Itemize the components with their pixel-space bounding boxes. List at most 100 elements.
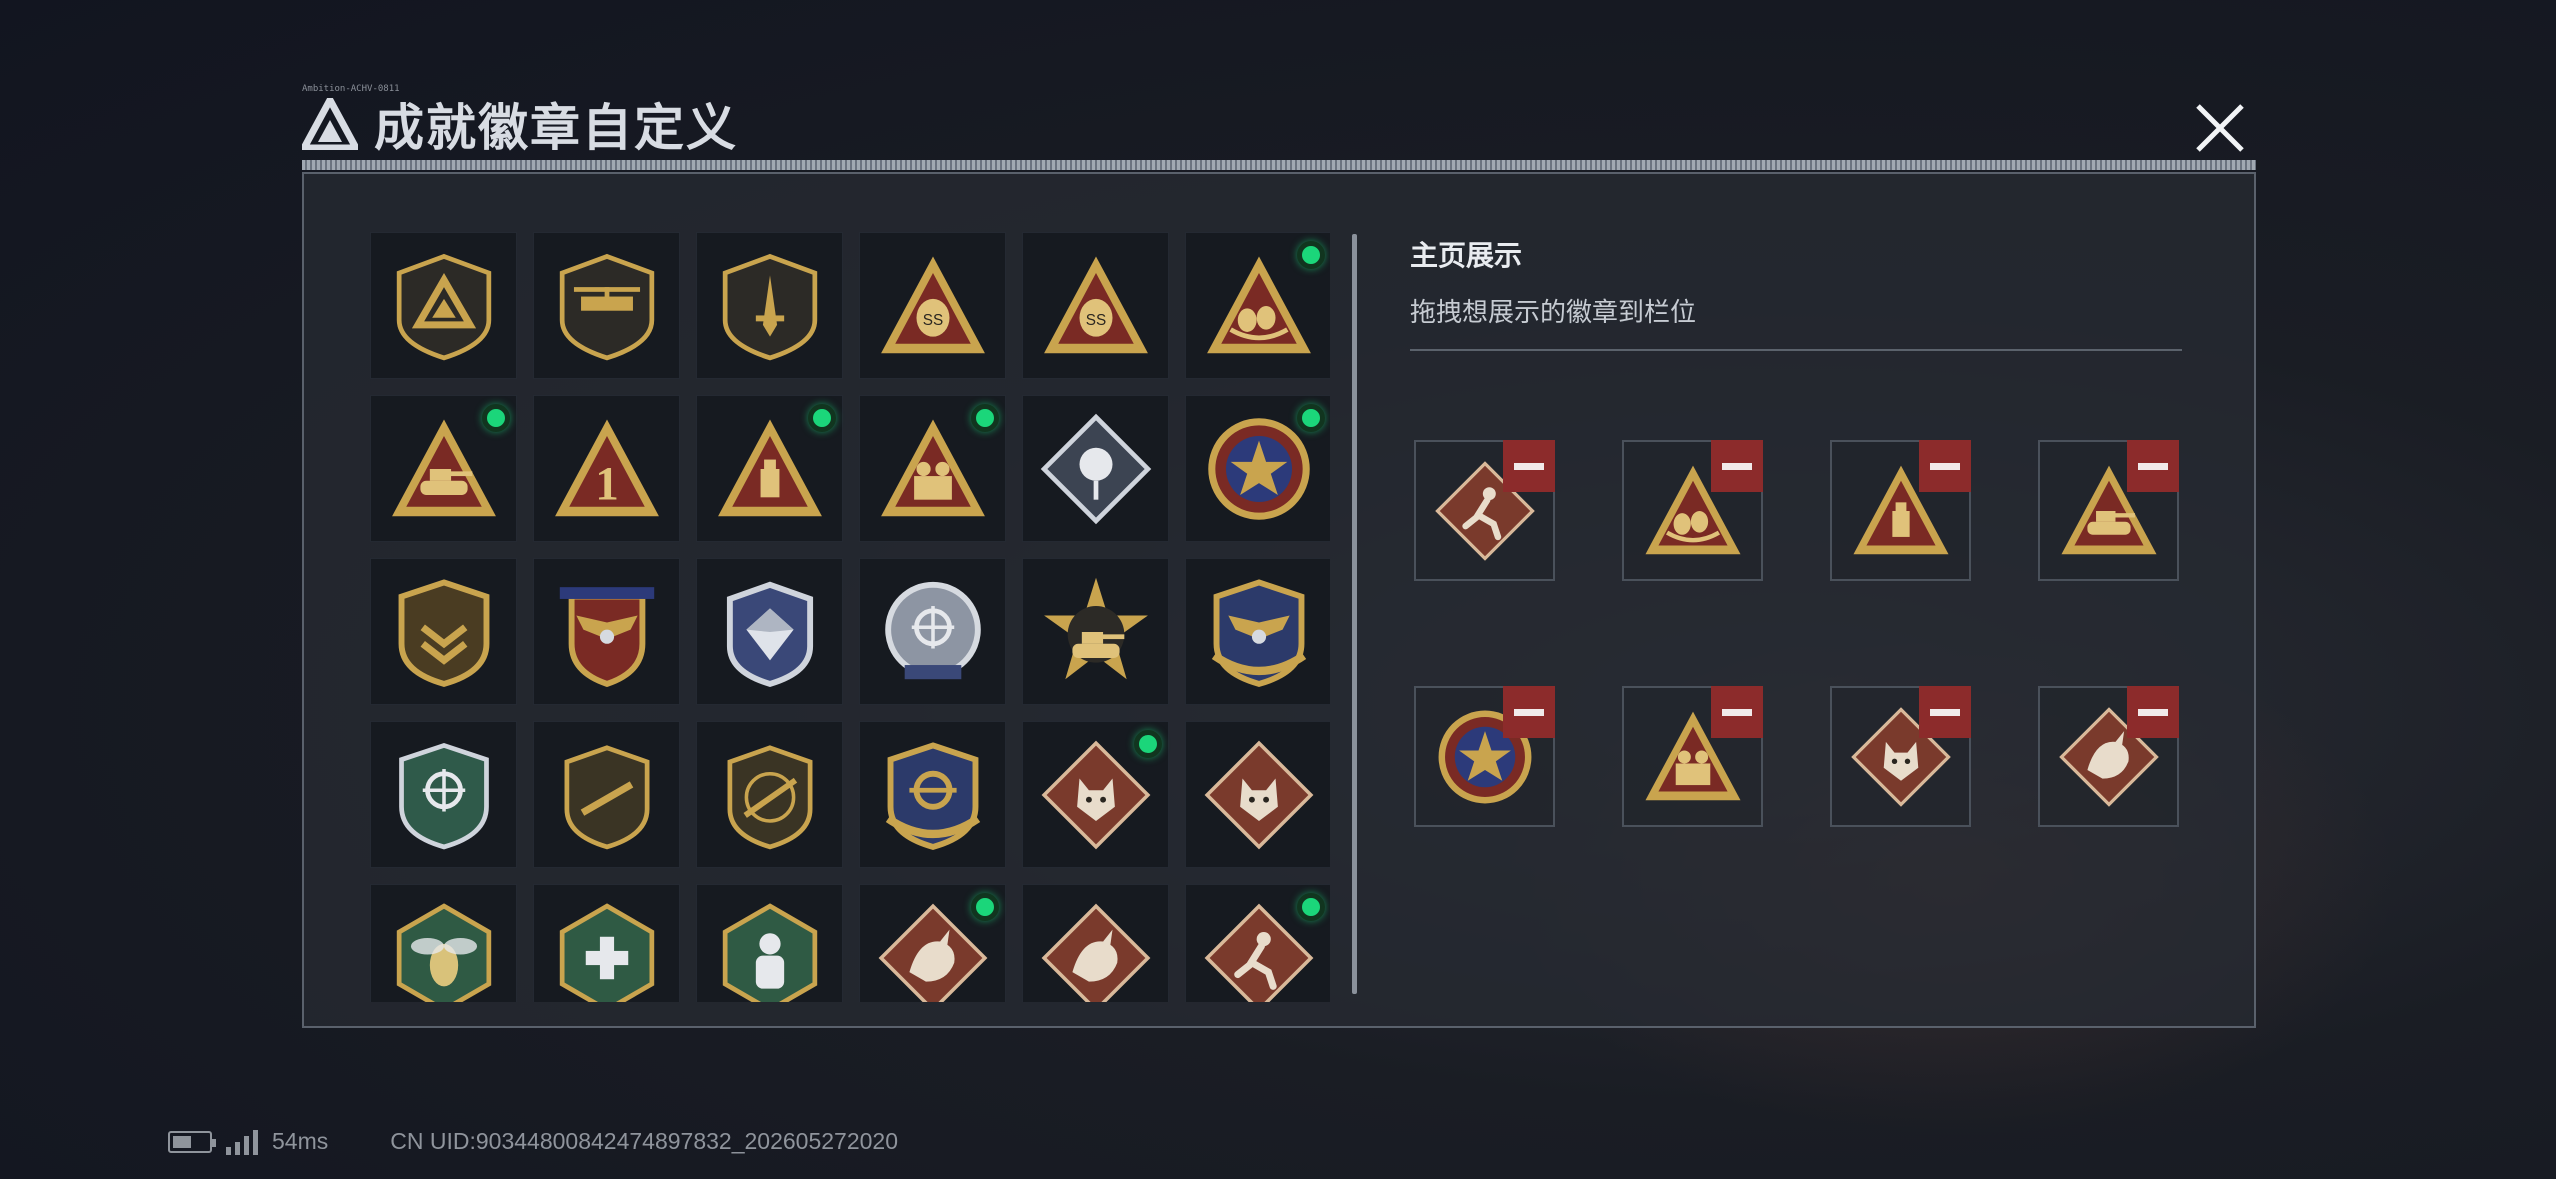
badge-cell[interactable] (1185, 558, 1330, 705)
minus-icon (1722, 708, 1752, 716)
remove-badge-button[interactable] (1919, 686, 1971, 738)
showcase-slot[interactable] (1414, 686, 1555, 827)
round-silver-target-icon (884, 581, 981, 679)
badge-cell[interactable] (1022, 395, 1169, 542)
showcase-slot[interactable] (1622, 686, 1763, 827)
badge-cell[interactable] (1185, 395, 1330, 542)
svg-text:1: 1 (595, 458, 619, 510)
badge-grid-scroll[interactable]: SS SS 1 (370, 232, 1330, 1002)
badge-cell[interactable] (533, 232, 680, 379)
minus-icon (1722, 462, 1752, 470)
page-title: 成就徽章自定义 (374, 100, 738, 156)
showcase-slot[interactable] (2038, 686, 2179, 827)
minus-icon (1514, 708, 1544, 716)
badge-cell[interactable] (370, 232, 517, 379)
minus-icon (2138, 708, 2168, 716)
badge-cell[interactable] (696, 558, 843, 705)
showcase-divider (1410, 349, 2182, 351)
badge-cell[interactable] (370, 558, 517, 705)
minus-icon (1514, 462, 1544, 470)
showcase-slots (1414, 440, 2179, 827)
remove-badge-button[interactable] (1919, 440, 1971, 492)
badge-cell[interactable] (533, 558, 680, 705)
remove-badge-button[interactable] (1503, 686, 1555, 738)
remove-badge-button[interactable] (2127, 440, 2179, 492)
diamond-dragon-icon (1041, 903, 1150, 1002)
badge-cell[interactable] (533, 721, 680, 868)
badge-cell[interactable]: 1 (533, 395, 680, 542)
hexagon-soldier-icon (722, 902, 817, 1002)
badge-cell[interactable] (1185, 232, 1330, 379)
shield-bronze-chevron-icon (398, 578, 489, 687)
hexagon-medic-icon (559, 902, 654, 1002)
equipped-indicator (971, 404, 999, 432)
showcase-slot[interactable] (1622, 440, 1763, 581)
remove-badge-button[interactable] (2127, 686, 2179, 738)
triangle-ss-crate-icon: SS (1043, 255, 1148, 353)
badge-cell[interactable] (1022, 721, 1169, 868)
remove-badge-button[interactable] (1711, 440, 1763, 492)
equipped-indicator (808, 404, 836, 432)
equipped-indicator (1297, 404, 1325, 432)
delta-logo-icon (302, 98, 358, 150)
badge-cell[interactable] (370, 884, 517, 1002)
equipped-indicator (1297, 241, 1325, 269)
round-shotgun-icon (727, 744, 812, 849)
title-divider (302, 160, 2256, 170)
triangle-number-one-icon: 1 (554, 418, 659, 516)
svg-text:SS: SS (1085, 311, 1105, 328)
badge-panel: SS SS 1 主页展示 拖拽想展示的徽章到栏位 (302, 172, 2256, 1028)
status-bar: 54ms CN UID:9034480084247489783​2_202605… (168, 1128, 898, 1155)
shield-red-wings-icon (559, 586, 654, 687)
title-bar: 成就徽章自定义 (302, 88, 738, 160)
showcase-subtitle: 拖拽想展示的徽章到栏位 (1410, 297, 1697, 327)
badge-cell[interactable] (859, 721, 1006, 868)
showcase-slot[interactable] (2038, 440, 2179, 581)
hexagon-wasp-icon (396, 902, 491, 1002)
badge-cell[interactable] (696, 721, 843, 868)
equipped-indicator (482, 404, 510, 432)
triangle-ss-bag-icon: SS (880, 255, 985, 353)
badge-cell[interactable] (696, 395, 843, 542)
badge-cell[interactable] (696, 884, 843, 1002)
remove-badge-button[interactable] (1711, 686, 1763, 738)
close-icon (2196, 104, 2244, 152)
showcase-slot[interactable] (1830, 440, 1971, 581)
badge-cell[interactable] (1185, 721, 1330, 868)
badge-cell[interactable] (1022, 558, 1169, 705)
signal-icon (226, 1129, 258, 1155)
round-rifle-icon (564, 744, 649, 849)
equipped-indicator (1297, 893, 1325, 921)
equipped-indicator (1134, 730, 1162, 758)
badge-cell[interactable] (533, 884, 680, 1002)
badge-cell[interactable]: SS (1022, 232, 1169, 379)
badge-cell[interactable] (370, 395, 517, 542)
svg-text:SS: SS (922, 311, 942, 328)
diamond-wolf-icon (1204, 740, 1313, 849)
badge-cell[interactable] (1185, 884, 1330, 1002)
badge-cell[interactable] (696, 232, 843, 379)
battery-icon (168, 1130, 216, 1153)
minus-icon (1930, 462, 1960, 470)
shield-delta-icon (396, 253, 491, 360)
shield-green-target-icon (398, 742, 489, 849)
badge-cell[interactable] (1022, 884, 1169, 1002)
badge-cell[interactable] (859, 558, 1006, 705)
badge-cell[interactable] (859, 884, 1006, 1002)
badge-grid: SS SS 1 (370, 232, 1330, 1002)
shield-navy-wings-icon (1211, 578, 1306, 687)
badge-grid-scrollbar[interactable] (1352, 234, 1357, 994)
badge-cell[interactable] (859, 395, 1006, 542)
close-button[interactable] (2192, 100, 2248, 156)
diamond-rose-icon (1040, 413, 1151, 524)
showcase-slot[interactable] (1830, 686, 1971, 827)
equipped-indicator (971, 893, 999, 921)
showcase-slot[interactable] (1414, 440, 1555, 581)
badge-cell[interactable]: SS (859, 232, 1006, 379)
remove-badge-button[interactable] (1503, 440, 1555, 492)
minus-icon (1930, 708, 1960, 716)
badge-cell[interactable] (370, 721, 517, 868)
shield-helicopter-icon (559, 253, 654, 360)
homepage-showcase: 主页展示 拖拽想展示的徽章到栏位 (1410, 234, 2200, 827)
shield-dagger-icon (722, 253, 817, 360)
